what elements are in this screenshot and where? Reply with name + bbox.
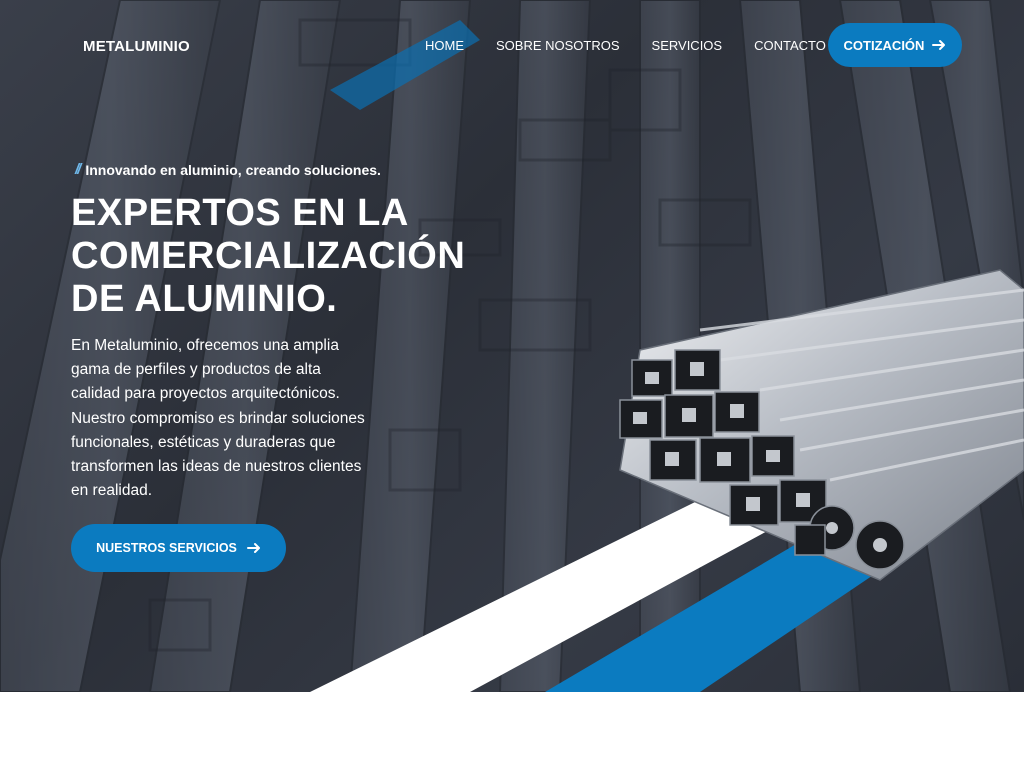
hero-description: En Metaluminio, ofrecemos una amplia gam… [71, 337, 365, 500]
hero-section: METALUMINIO HOME SOBRE NOSOTROS SERVICIO… [0, 0, 1024, 692]
next-section [0, 692, 1024, 768]
hero-headline-line: EXPERTOS EN LA [71, 192, 409, 234]
hero-headline-line: DE ALUMINIO. [71, 278, 338, 320]
hero-headline-line: COMERCIALIZACIÓN [71, 235, 466, 277]
hero-tagline-text: Innovando en aluminio, creando solucione… [85, 161, 381, 178]
nav-item-sobre-nosotros[interactable]: SOBRE NOSOTROS [496, 38, 620, 53]
nav-item-servicios[interactable]: SERVICIOS [652, 38, 723, 53]
nav-item-contacto[interactable]: CONTACTO [754, 38, 826, 53]
nuestros-servicios-button[interactable]: NUESTROS SERVICIOS [71, 524, 286, 572]
double-slash-icon: // [75, 161, 82, 178]
cotizacion-button[interactable]: COTIZACIÓN [828, 23, 962, 67]
arrow-right-icon [246, 541, 261, 555]
main-nav: HOME SOBRE NOSOTROS SERVICIOS CONTACTO [425, 38, 858, 53]
nav-item-home[interactable]: HOME [425, 38, 464, 53]
nuestros-servicios-button-label: NUESTROS SERVICIOS [96, 541, 237, 555]
arrow-right-icon [932, 38, 946, 52]
brand-logo[interactable]: METALUMINIO [83, 38, 190, 55]
cotizacion-button-label: COTIZACIÓN [843, 37, 925, 53]
hero-headline: EXPERTOS EN LA COMERCIALIZACIÓN DE ALUMI… [71, 192, 491, 321]
hero-tagline: // Innovando en aluminio, creando soluci… [75, 161, 381, 178]
